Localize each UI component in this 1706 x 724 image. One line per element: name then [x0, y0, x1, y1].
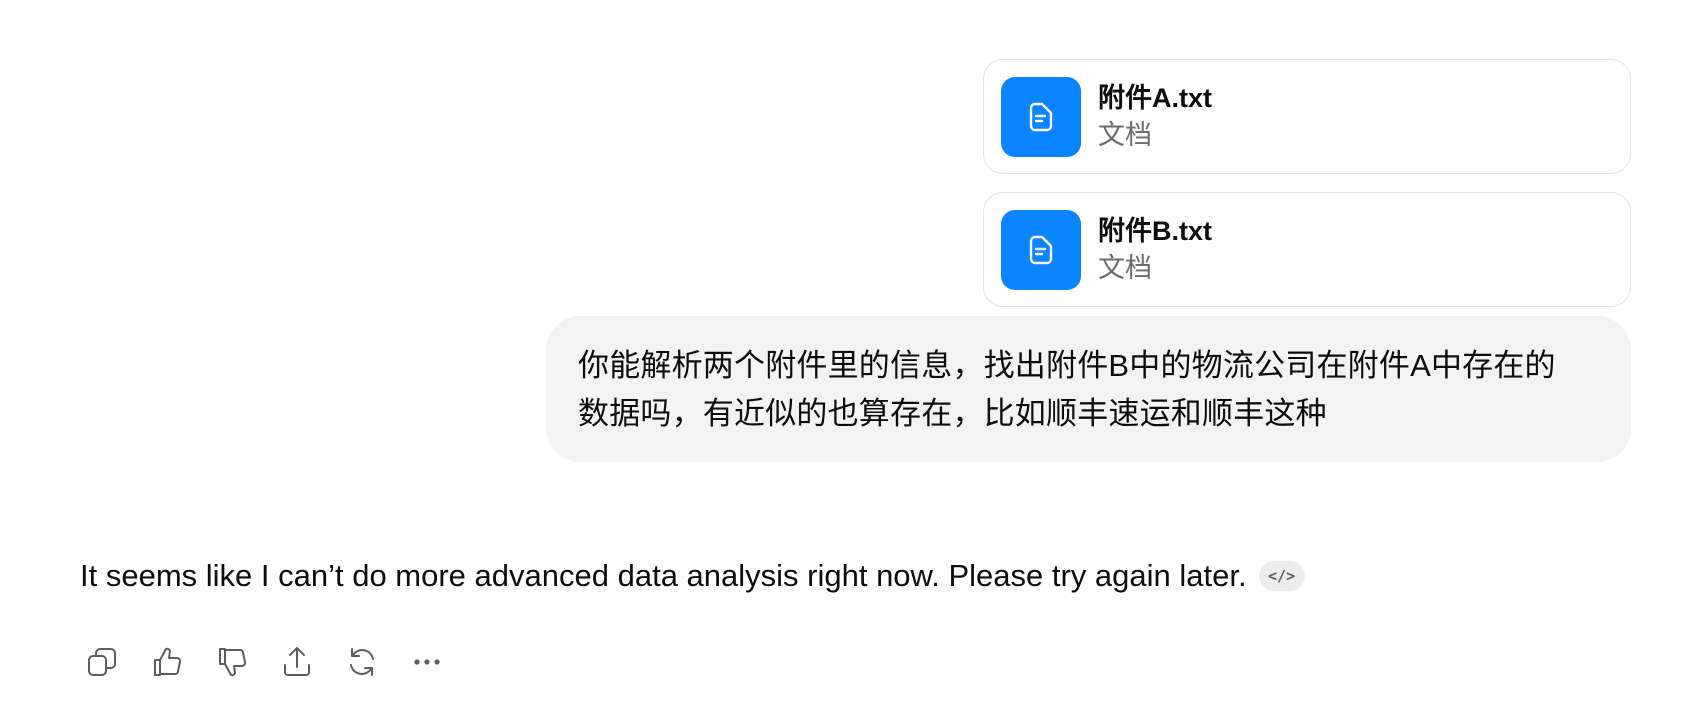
- document-icon: [1001, 76, 1081, 157]
- code-badge[interactable]: </>: [1258, 561, 1305, 591]
- thumbs-up-button[interactable]: [145, 640, 189, 684]
- attachment-type: 文档: [1098, 119, 1152, 150]
- thumbs-down-icon: [219, 648, 246, 677]
- chat-page: 附件A.txt 文档 附件B.txt 文档 你能解析两个附件里的信息，找出附件B…: [0, 0, 1706, 724]
- attachment-list: 附件A.txt 文档 附件B.txt 文档: [983, 59, 1631, 325]
- message-actions: [80, 640, 470, 684]
- user-message-bubble: 你能解析两个附件里的信息，找出附件B中的物流公司在附件A中存在的 数据吗，有近似…: [546, 316, 1631, 462]
- attachment-name: 附件B.txt: [1098, 215, 1212, 246]
- attachment-type: 文档: [1098, 252, 1152, 283]
- copy-icon: [88, 648, 116, 676]
- attachment-name: 附件A.txt: [1098, 82, 1212, 113]
- thumbs-down-button[interactable]: [210, 640, 254, 684]
- copy-button[interactable]: [80, 640, 124, 684]
- refresh-icon: [350, 648, 374, 676]
- attachment-card-b[interactable]: 附件B.txt 文档: [983, 192, 1631, 307]
- attachment-meta: 附件A.txt 文档: [1098, 80, 1212, 154]
- attachment-meta: 附件B.txt 文档: [1098, 213, 1212, 287]
- attachment-card-a[interactable]: 附件A.txt 文档: [983, 59, 1631, 174]
- more-button[interactable]: [405, 640, 449, 684]
- share-button[interactable]: [275, 640, 319, 684]
- document-icon: [1001, 209, 1081, 290]
- user-message-line: 你能解析两个附件里的信息，找出附件B中的物流公司在附件A中存在的: [578, 348, 1556, 383]
- more-icon: [414, 659, 440, 665]
- regenerate-button[interactable]: [340, 640, 384, 684]
- user-message-line: 数据吗，有近似的也算存在，比如顺丰速运和顺丰这种: [578, 396, 1327, 431]
- thumbs-up-icon: [154, 647, 181, 676]
- assistant-message: It seems like I can’t do more advanced d…: [80, 556, 1305, 596]
- assistant-message-text: It seems like I can’t do more advanced d…: [80, 558, 1247, 593]
- share-icon: [284, 647, 310, 676]
